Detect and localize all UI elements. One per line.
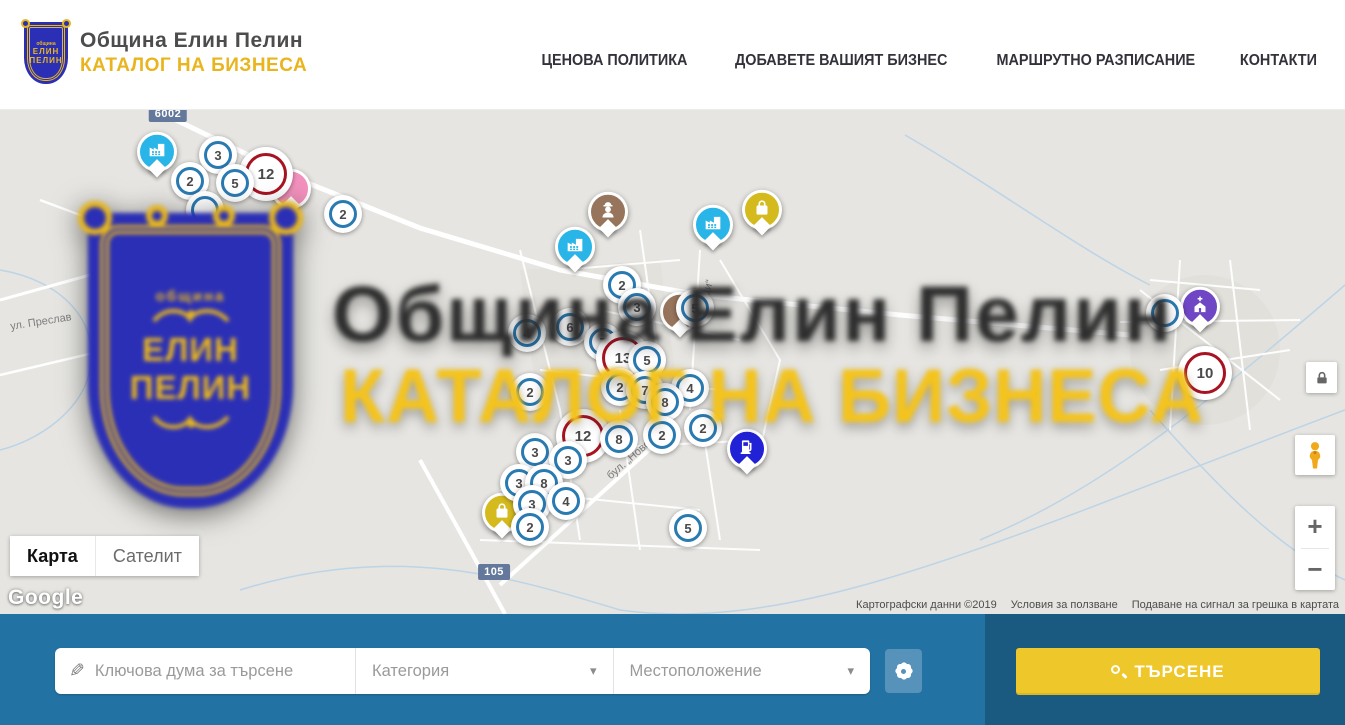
logo-ornament <box>269 201 303 235</box>
brand[interactable]: община ЕЛИН ПЕЛИН Община Елин Пелин КАТА… <box>24 22 307 84</box>
logo-name-1: ЕЛИН <box>33 47 59 56</box>
logo-name-1: ЕЛИН <box>142 331 239 369</box>
cluster-count: 2 <box>329 200 357 228</box>
nav-item-pricing[interactable]: ЦЕНОВА ПОЛИТИКА <box>542 52 688 70</box>
google-logo[interactable]: Google <box>8 586 83 610</box>
cluster-count: 4 <box>552 487 580 515</box>
nav-item-routes[interactable]: МАРШРУТНО РАЗПИСАНИЕ <box>997 52 1196 70</box>
worker-pin[interactable] <box>588 192 628 232</box>
attribution-link[interactable]: Подаване на сигнал за грешка в картата <box>1132 599 1339 611</box>
logo-ornament <box>62 19 71 28</box>
logo-ornament <box>146 205 168 227</box>
search-group: ✎ Категория ▾ Местоположение ▾ <box>55 648 870 694</box>
advanced-settings-button[interactable] <box>885 649 922 693</box>
location-select[interactable]: Местоположение ▾ <box>613 648 871 694</box>
site-subtitle: КАТАЛОГ НА БИЗНЕСА <box>80 55 307 77</box>
cluster-count: 3 <box>521 438 549 466</box>
road-badge: 105 <box>478 564 510 580</box>
cluster-marker[interactable]: 4 <box>547 482 585 520</box>
logo-flourish <box>146 407 236 433</box>
logo-ornament <box>213 205 235 227</box>
chevron-down-icon: ▾ <box>590 664 597 679</box>
pegman-button[interactable] <box>1295 435 1335 475</box>
zoom-out-button[interactable]: − <box>1295 549 1335 591</box>
attribution-text: Картографски данни ©2019 <box>856 599 997 611</box>
municipality-logo: община ЕЛИН ПЕЛИН <box>24 22 68 84</box>
gear-icon <box>895 663 912 680</box>
worker-icon <box>596 197 620 226</box>
map-type-map-button[interactable]: Карта <box>10 536 95 576</box>
map-type-satellite-button[interactable]: Сателит <box>95 536 199 576</box>
factory-pin[interactable] <box>693 205 733 245</box>
logo-caption: община <box>156 288 226 305</box>
pegman-icon <box>1302 440 1328 470</box>
logo-ornament <box>78 201 112 235</box>
map-type-control: Карта Сателит <box>10 536 199 576</box>
site-title: Община Елин Пелин <box>80 29 307 53</box>
cluster-marker[interactable]: 5 <box>216 164 254 202</box>
logo-flourish <box>146 305 236 331</box>
factory-pin[interactable] <box>137 132 177 172</box>
zoom-control: + − <box>1295 506 1335 590</box>
keyword-input[interactable] <box>95 662 341 681</box>
map-attribution: Картографски данни ©2019 Условия за ползв… <box>856 599 1339 611</box>
pencil-icon: ✎ <box>69 660 85 682</box>
nav-item-add-business[interactable]: ДОБАВЕТЕ ВАШИЯТ БИЗНЕС <box>735 52 947 70</box>
cluster-count: 5 <box>674 514 702 542</box>
logo-name-2: ПЕЛИН <box>130 369 251 407</box>
cluster-marker[interactable]: 5 <box>669 509 707 547</box>
factory-icon <box>702 211 724 238</box>
factory-icon <box>146 138 168 165</box>
logo-name-2: ПЕЛИН <box>29 56 62 65</box>
attribution-link[interactable]: Условия за ползване <box>1011 599 1118 611</box>
church-icon <box>1189 293 1211 320</box>
zoom-in-button[interactable]: + <box>1295 506 1335 548</box>
lock-button[interactable] <box>1306 362 1337 393</box>
shopping-bag-icon <box>751 196 773 223</box>
watermark-logo: община ЕЛИН ПЕЛИН <box>88 213 293 508</box>
main-nav: ЦЕНОВА ПОЛИТИКА ДОБАВЕТЕ ВАШИЯТ БИЗНЕС МАР… <box>536 52 1320 70</box>
road-badge: 6002 <box>149 110 187 122</box>
watermark-subtitle: КАТАЛОГ НА БИЗНЕСА <box>340 353 1204 440</box>
cluster-count: 2 <box>516 513 544 541</box>
map-canvas[interactable]: 6002105 ул. Преславбул. „Новоселци“ 3212… <box>0 110 1345 614</box>
keyword-segment: ✎ <box>55 648 355 694</box>
factory-icon <box>564 233 586 260</box>
logo-ornament <box>21 19 30 28</box>
cluster-marker[interactable]: 2 <box>511 508 549 546</box>
location-select-label: Местоположение <box>630 662 762 681</box>
search-icon <box>1111 665 1124 678</box>
search-bar: ✎ Категория ▾ Местоположение ▾ ТЪРСЕНЕ <box>0 614 1345 725</box>
header: община ЕЛИН ПЕЛИН Община Елин Пелин КАТА… <box>0 0 1345 110</box>
factory-pin[interactable] <box>555 227 595 267</box>
cluster-count: 5 <box>221 169 249 197</box>
church-pin[interactable] <box>1180 287 1220 327</box>
category-select[interactable]: Категория ▾ <box>355 648 613 694</box>
lock-icon <box>1314 370 1330 386</box>
shopping-bag-pin[interactable] <box>742 190 782 230</box>
search-button-label: ТЪРСЕНЕ <box>1134 662 1224 682</box>
category-select-label: Категория <box>372 662 449 681</box>
nav-item-contacts[interactable]: КОНТАКТИ <box>1240 52 1317 70</box>
watermark-title: Община Елин Пелин <box>332 268 1173 360</box>
search-button[interactable]: ТЪРСЕНЕ <box>1016 648 1320 695</box>
chevron-down-icon: ▾ <box>847 664 854 679</box>
shopping-bag-icon <box>491 499 513 526</box>
cluster-marker[interactable]: 2 <box>324 195 362 233</box>
